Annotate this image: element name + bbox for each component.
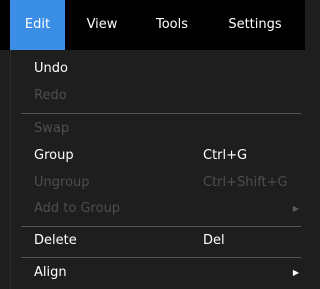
menu-item-align[interactable]: Align ▶ (11, 260, 301, 286)
chevron-right-icon: ▶ (292, 268, 299, 277)
menu-settings[interactable]: Settings (213, 0, 297, 50)
chevron-right-icon: ▶ (292, 204, 299, 213)
menu-item-label: Redo (34, 88, 67, 103)
menu-item-redo: Redo (11, 83, 301, 109)
menu-separator (21, 226, 301, 227)
menu-bar: Edit View Tools Settings (0, 0, 305, 50)
menu-item-ungroup: Ungroup Ctrl+Shift+G (11, 170, 301, 196)
menu-item-label: Undo (34, 61, 68, 76)
menu-item-add-to-group: Add to Group ▶ (11, 196, 301, 222)
menu-tools[interactable]: Tools (141, 0, 203, 50)
menu-item-label: Group (34, 148, 74, 163)
shortcut-label: Ctrl+Shift+G (203, 175, 288, 190)
menu-edit[interactable]: Edit (10, 0, 65, 50)
menu-item-undo[interactable]: Undo (11, 56, 301, 82)
menu-item-label: Ungroup (34, 175, 90, 190)
menu-separator (21, 113, 301, 114)
menu-view[interactable]: View (76, 0, 128, 50)
menu-item-label: Delete (34, 233, 77, 248)
menu-item-swap: Swap (11, 116, 301, 142)
menu-item-label: Align (34, 265, 67, 280)
menu-item-label: Swap (34, 121, 70, 136)
application-window: Edit View Tools Settings Undo Redo Swap … (0, 0, 305, 289)
shortcut-label: Ctrl+G (203, 148, 248, 163)
edit-menu-dropdown: Undo Redo Swap Group Ctrl+G Ungroup Ctrl… (10, 50, 301, 289)
menu-item-group[interactable]: Group Ctrl+G (11, 143, 301, 169)
menu-separator (21, 257, 301, 258)
menu-item-label: Add to Group (34, 201, 121, 216)
shortcut-label: Del (203, 233, 225, 248)
menu-item-delete[interactable]: Delete Del (11, 228, 301, 254)
